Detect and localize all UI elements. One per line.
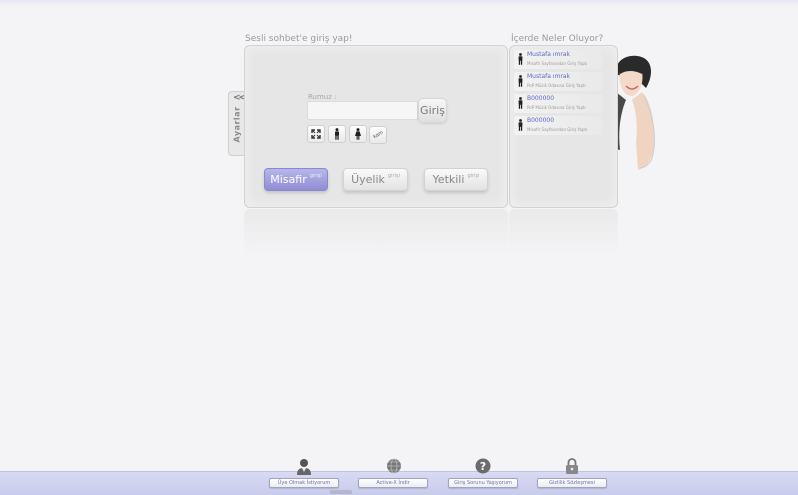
activity-message: Misafir Sayfasından Giriş Yaptı [527, 61, 588, 66]
activity-user-name: Mustafa ımrak [527, 73, 570, 80]
member-login-label: Üyelik [351, 173, 385, 186]
activity-message: PoP Müzik Odasına Giriş Yaptı [527, 83, 586, 88]
female-icon [355, 128, 361, 140]
login-title: Sesli sohbet'e giriş yap! [245, 34, 353, 44]
admin-login-button[interactable]: Yetkili girişi [424, 168, 488, 191]
settings-label: Ayarlar [232, 106, 242, 143]
login-panel-reflection [244, 209, 508, 257]
male-icon [335, 128, 339, 140]
login-button[interactable]: Giriş [418, 98, 447, 123]
activity-item[interactable]: Mustafa ımrak Misafir Sayfasından Giriş … [514, 50, 602, 69]
person-icon [518, 53, 523, 65]
activity-panel-reflection [509, 209, 618, 257]
female-gender-button[interactable] [349, 125, 367, 143]
activex-download-button[interactable]: Active-X İndir [358, 478, 428, 488]
camera-button[interactable]: kam [369, 126, 387, 144]
activity-item[interactable]: B000000 Misafir Sayfasından Giriş Yaptı [514, 116, 602, 135]
lock-icon[interactable] [565, 458, 579, 475]
help-icon[interactable]: ? [475, 458, 491, 474]
login-problem-button[interactable]: Giriş Sorunu Yaşıyorum [448, 478, 518, 488]
svg-text:?: ? [480, 460, 486, 473]
chevron-left-icon: << [233, 93, 246, 103]
nickname-label: Rumuz : [308, 93, 337, 101]
admin-login-label: Yetkili [432, 173, 465, 186]
nickname-input[interactable] [307, 101, 418, 120]
admin-login-sub: girişi [467, 172, 480, 179]
guest-login-label: Misafir [270, 173, 307, 186]
top-strip [0, 0, 798, 6]
activity-message: PoP Müzik Odasına Giriş Yaptı [527, 105, 586, 110]
user-icon[interactable] [296, 458, 312, 476]
footer-notch [330, 490, 352, 494]
globe-icon[interactable] [386, 458, 402, 474]
fullscreen-icon [311, 129, 321, 139]
member-login-button[interactable]: Üyelik girişi [343, 168, 408, 191]
selected-indicator [290, 160, 304, 168]
member-login-sub: girişi [387, 172, 400, 179]
guest-login-sub: girişi [309, 172, 322, 179]
camera-label: kam [371, 129, 385, 141]
activity-user-name: B000000 [527, 95, 555, 102]
become-member-button[interactable]: Üye Olmak İstiyorum [269, 478, 339, 488]
male-gender-button[interactable] [328, 125, 346, 143]
settings-tab[interactable]: << Ayarlar [228, 91, 246, 156]
guest-login-button[interactable]: Misafir girişi [264, 168, 328, 191]
person-icon [518, 119, 523, 131]
activity-title: İçerde Neler Oluyor? [511, 34, 604, 44]
privacy-policy-button[interactable]: Gizlilik Sözleşmesi [537, 478, 607, 488]
activity-message: Misafir Sayfasından Giriş Yaptı [527, 127, 588, 132]
fullscreen-button[interactable] [307, 125, 325, 143]
activity-user-name: B000000 [527, 117, 555, 124]
activity-item[interactable]: Mustafa ımrak PoP Müzik Odasına Giriş Ya… [514, 72, 602, 91]
person-icon [518, 75, 523, 87]
activity-user-name: Mustafa ımrak [527, 51, 570, 58]
person-icon [518, 97, 523, 109]
activity-item[interactable]: B000000 PoP Müzik Odasına Giriş Yaptı [514, 94, 602, 113]
